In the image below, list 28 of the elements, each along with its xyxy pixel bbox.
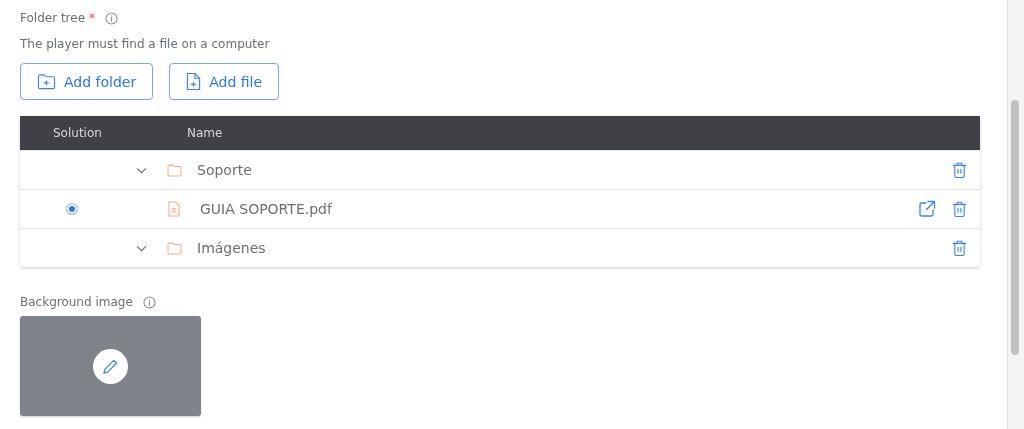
info-icon[interactable] [105, 11, 119, 25]
field-description: The player must find a file on a computer [20, 37, 271, 53]
trash-icon[interactable] [952, 200, 967, 218]
required-mark: * [89, 11, 96, 25]
external-link-icon[interactable] [918, 200, 936, 218]
document-icon [168, 201, 180, 217]
pencil-icon [102, 357, 119, 375]
info-icon[interactable] [142, 295, 156, 309]
add-folder-button[interactable]: Add folder [20, 63, 154, 100]
column-header: Name [187, 126, 223, 140]
scrollbar[interactable] [1007, 0, 1024, 429]
trash-icon[interactable] [952, 239, 967, 257]
item-name: Soporte [197, 162, 252, 178]
file-plus-icon [186, 72, 202, 91]
add-file-button[interactable]: Add file [169, 63, 280, 100]
solution-radio[interactable] [66, 203, 78, 215]
trash-icon[interactable] [952, 161, 967, 179]
item-name: GUIA SOPORTE.pdf [200, 201, 332, 217]
field-label: Folder tree [20, 11, 86, 25]
folder-plus-icon [37, 73, 56, 90]
field-label: Background image [20, 295, 133, 309]
column-header: Solution [52, 126, 103, 140]
edit-button[interactable] [93, 348, 128, 384]
chevron-icon[interactable] [136, 166, 147, 174]
chevron-icon[interactable] [136, 244, 147, 252]
folder-icon [166, 163, 182, 177]
item-name: Imágenes [197, 240, 266, 256]
folder-icon [166, 241, 182, 255]
